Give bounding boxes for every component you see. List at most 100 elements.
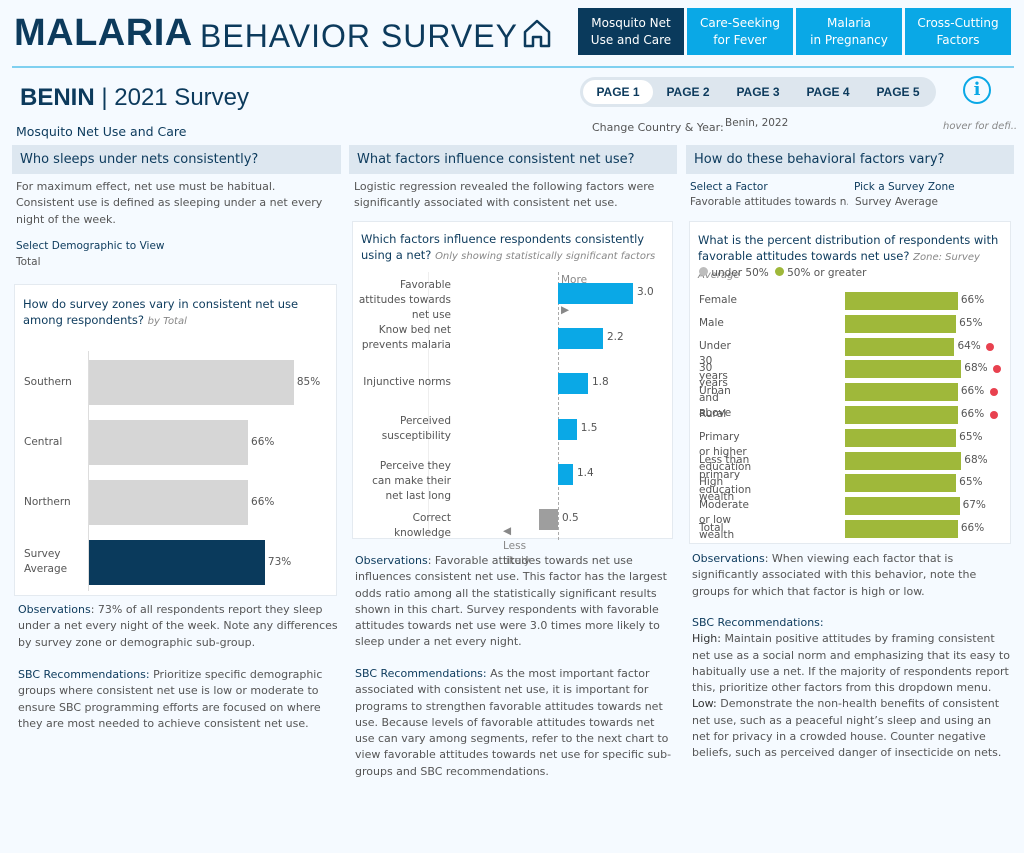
nav-tab-0[interactable]: Mosquito Net Use and Care xyxy=(578,8,684,55)
bar[interactable] xyxy=(89,360,294,405)
data-label: 65% xyxy=(959,430,983,443)
data-label: 1.5 xyxy=(580,421,598,434)
page-tab-1[interactable]: PAGE 1 xyxy=(583,80,653,104)
obs-text: : Favorable attitudes towards net use in… xyxy=(355,554,667,649)
category-label: Southern xyxy=(24,376,72,388)
bar[interactable] xyxy=(558,463,573,485)
bar[interactable] xyxy=(558,373,588,395)
bar[interactable] xyxy=(845,383,958,402)
zone-label: Pick a Survey Zone xyxy=(854,181,955,193)
legend-swatch-green xyxy=(774,267,784,276)
page-subtitle: Mosquito Net Use and Care xyxy=(16,124,187,139)
significance-dot xyxy=(989,411,998,419)
low-label: Low: xyxy=(692,697,717,711)
factor-label: Perceive they can make their net last lo… xyxy=(372,459,451,502)
data-label: 66% xyxy=(960,385,985,398)
bar[interactable] xyxy=(89,420,249,465)
bar[interactable] xyxy=(845,406,958,424)
bar[interactable] xyxy=(558,418,577,440)
zone-select[interactable]: Survey Average xyxy=(855,196,938,208)
distribution-chart-card: What is the percent distribution of resp… xyxy=(689,221,1011,544)
sbc-text: As the most important factor associated … xyxy=(355,667,672,778)
zone-chart-card: How do survey zones vary in consistent n… xyxy=(14,284,337,596)
separator: | xyxy=(101,84,108,111)
significance-dot xyxy=(989,388,998,397)
page-tab-2[interactable]: PAGE 2 xyxy=(653,80,723,104)
nav-tab-2[interactable]: Malaria in Pregnancy xyxy=(796,8,902,55)
demographic-label: Select Demographic to View xyxy=(16,240,165,252)
page-tab-4[interactable]: PAGE 4 xyxy=(793,80,863,104)
chart-legend: under 50% 50% or greater xyxy=(699,267,866,279)
data-label: 65% xyxy=(959,476,983,489)
bar[interactable] xyxy=(845,360,962,379)
app-title-bold: MALARIA xyxy=(14,12,193,54)
change-country-select[interactable]: Benin, 2022 xyxy=(725,117,788,129)
nav-tab-1[interactable]: Care-Seeking for Fever xyxy=(687,8,793,55)
bar[interactable] xyxy=(845,337,955,356)
col2-sbc: SBC Recommendations: As the most importa… xyxy=(355,666,675,780)
bar[interactable] xyxy=(845,520,958,538)
page-navigation: PAGE 1 PAGE 2 PAGE 3 PAGE 4 PAGE 5 xyxy=(580,77,936,107)
data-label: 68% xyxy=(964,362,988,375)
bar[interactable] xyxy=(558,283,633,304)
col1-sbc: SBC Recommendations: Prioritize specific… xyxy=(18,667,338,732)
country-title: BENIN | 2021 Survey xyxy=(20,84,249,112)
category-label: Central xyxy=(24,436,63,448)
data-label: 66% xyxy=(960,408,985,420)
factor-label: Injunctive norms xyxy=(363,376,451,389)
data-label: 73% xyxy=(267,556,292,568)
significance-dot xyxy=(993,365,1002,374)
chart-subtitle: by Total xyxy=(147,316,187,327)
data-label: 3.0 xyxy=(637,286,654,298)
section-heading-2: What factors influence consistent net us… xyxy=(349,145,677,174)
bar[interactable] xyxy=(845,451,962,470)
factor-label: Perceived susceptibility xyxy=(381,414,451,442)
factor-label: Correct knowledge xyxy=(394,512,451,539)
data-label: 85% xyxy=(296,376,321,388)
data-label: 2.2 xyxy=(607,331,624,344)
bar[interactable] xyxy=(89,480,249,525)
data-label: 68% xyxy=(964,453,988,466)
bar[interactable] xyxy=(89,540,265,585)
obs-label: Observations xyxy=(18,603,91,616)
sbc-label: SBC Recommendations: xyxy=(355,667,487,680)
col2-intro: Logistic regression revealed the followi… xyxy=(354,180,655,210)
data-label: 64% xyxy=(957,339,981,352)
legend-item-50-plus: 50% or greater xyxy=(774,267,867,279)
section-heading-3: How do these behavioral factors vary? xyxy=(686,145,1014,174)
high-label: High: xyxy=(692,632,721,646)
bar[interactable] xyxy=(845,497,960,516)
baseline-dashed xyxy=(558,272,559,540)
bar[interactable] xyxy=(845,292,958,310)
group-label: Rural xyxy=(699,408,727,420)
nav-tab-3[interactable]: Cross-Cutting Factors xyxy=(905,8,1011,55)
hover-hint: hover for defi.. xyxy=(943,121,1018,132)
info-icon[interactable]: i xyxy=(963,76,991,104)
factor-label: Know bed net prevents malaria xyxy=(361,324,451,352)
legend-item-under-50: under 50% xyxy=(699,267,769,279)
page-tab-5[interactable]: PAGE 5 xyxy=(863,80,933,104)
bar[interactable] xyxy=(845,428,957,447)
data-label: 66% xyxy=(960,294,985,306)
sbc-label: SBC Recommendations: xyxy=(692,616,824,629)
home-icon[interactable] xyxy=(520,16,554,50)
data-label: 66% xyxy=(251,436,275,448)
legend-label: 50% or greater xyxy=(787,267,867,279)
category-label: Northern xyxy=(24,496,71,508)
bar[interactable] xyxy=(539,509,558,530)
demographic-select[interactable]: Total xyxy=(16,256,41,268)
factor-select[interactable]: Favorable attitudes towards n.. xyxy=(690,196,848,208)
bar[interactable] xyxy=(558,328,603,350)
col1-observations: Observations: 73% of all respondents rep… xyxy=(18,602,338,651)
col3-observations: Observations: When viewing each factor t… xyxy=(692,551,1012,600)
page-tab-3[interactable]: PAGE 3 xyxy=(723,80,793,104)
factor-chart-title: Which factors influence respondents cons… xyxy=(361,231,666,265)
legend-label: under 50% xyxy=(711,267,769,279)
factor-chart-card: Which factors influence respondents cons… xyxy=(352,221,673,567)
data-label: 0.5 xyxy=(562,512,579,524)
bar[interactable] xyxy=(845,314,957,333)
sbc-label: SBC Recommendations: xyxy=(18,668,150,681)
col1-intro: For maximum effect, net use must be habi… xyxy=(16,180,323,226)
bar[interactable] xyxy=(845,474,957,493)
data-label: 67% xyxy=(962,499,986,512)
